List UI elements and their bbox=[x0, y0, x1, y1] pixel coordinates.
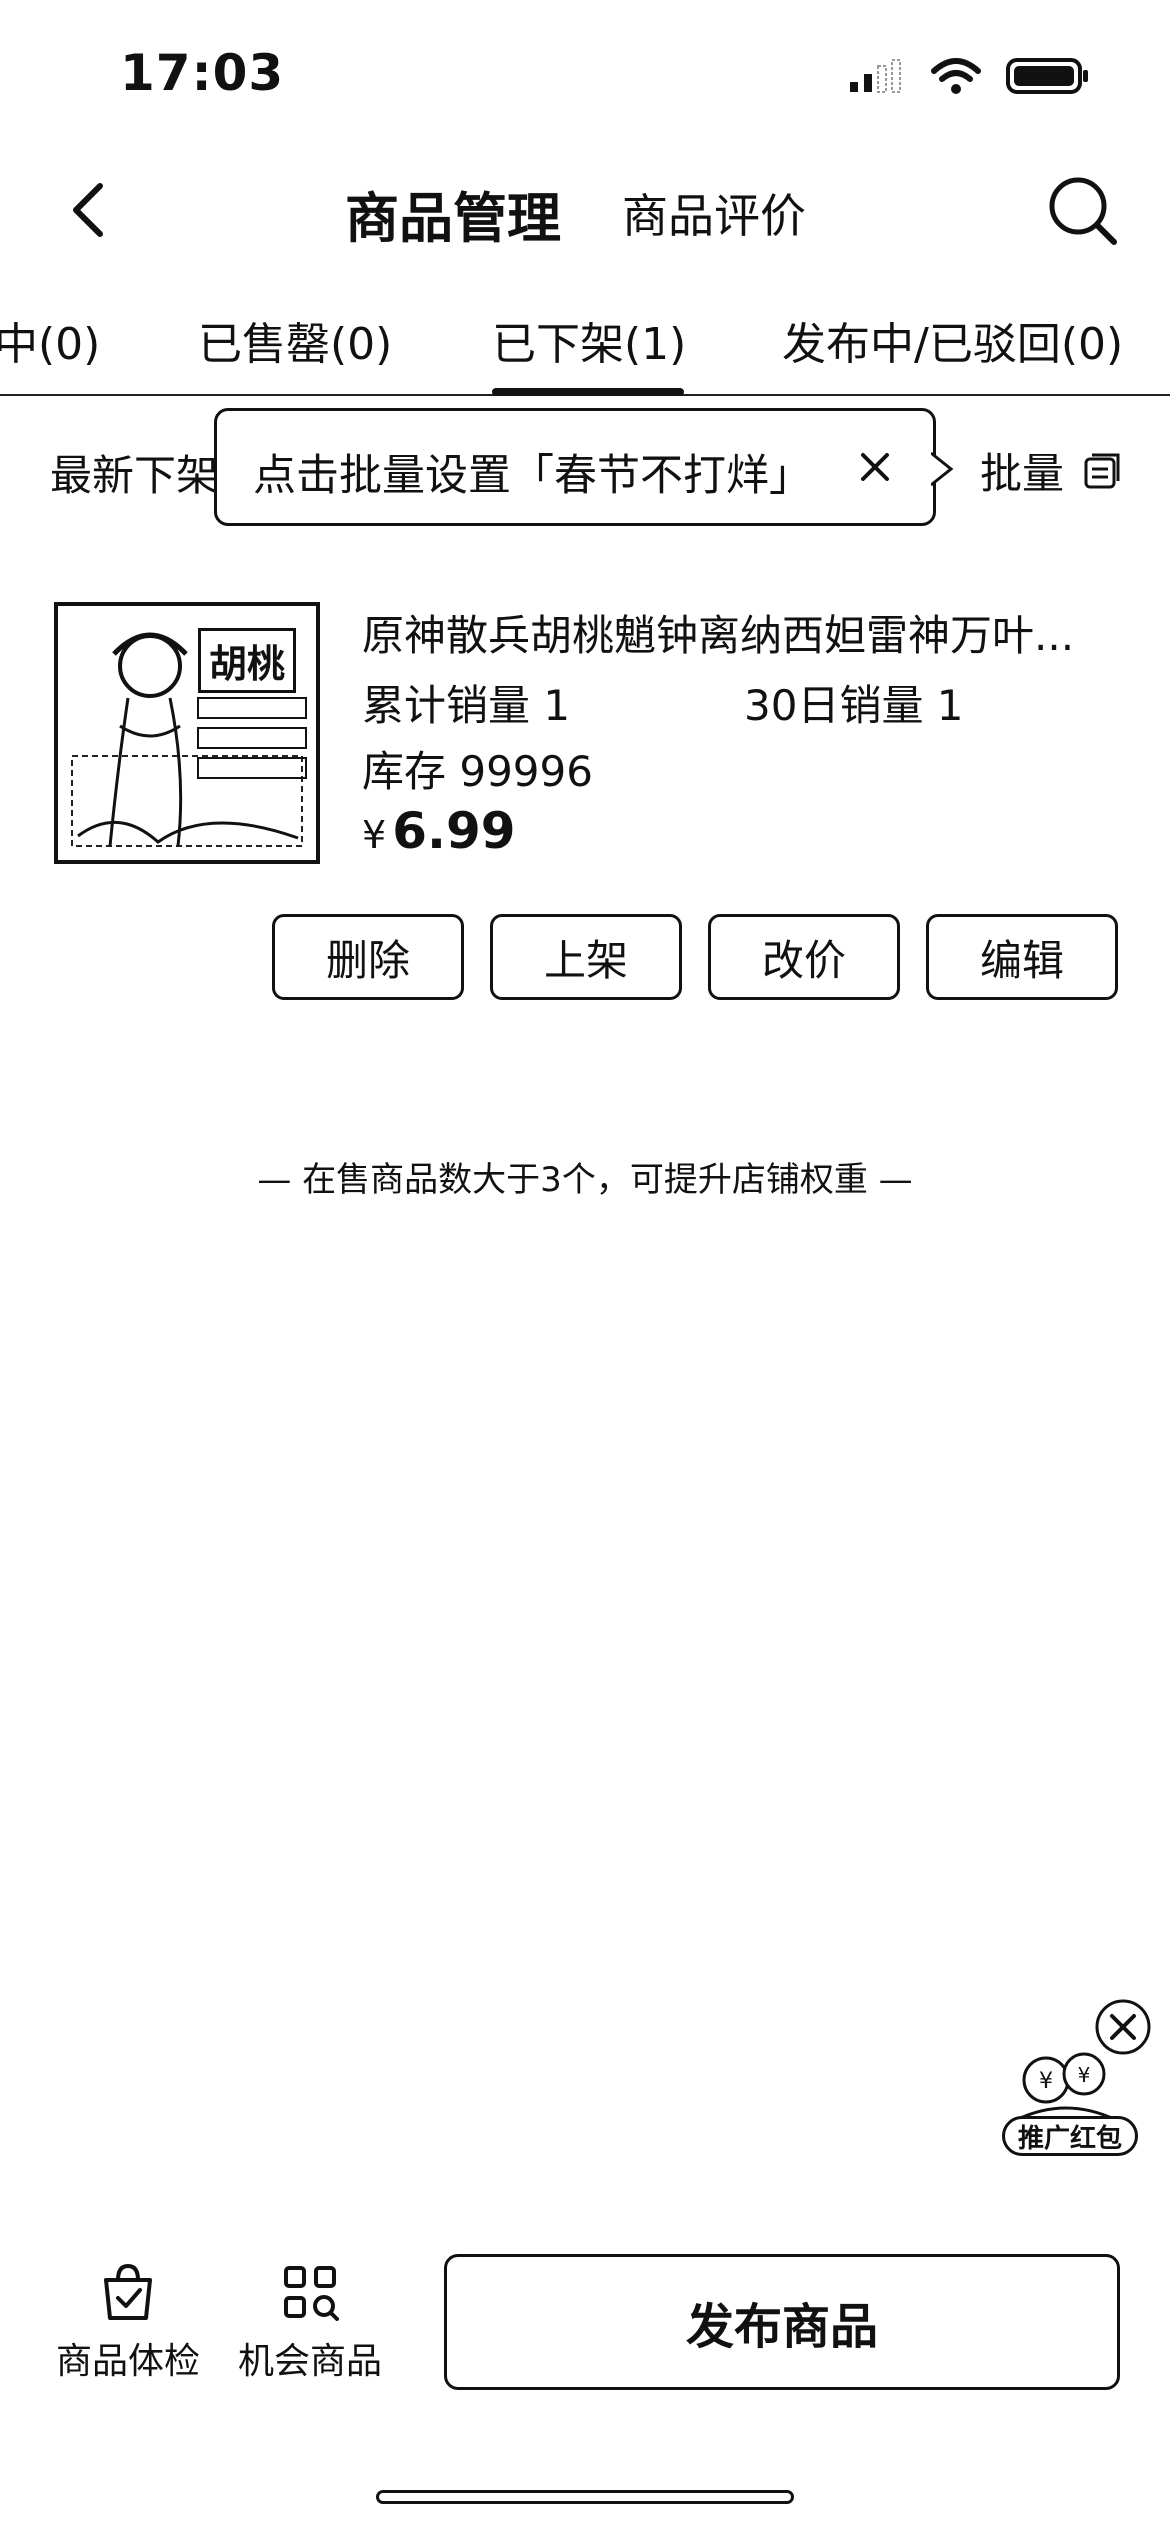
shop-weight-hint: — 在售商品数大于3个，可提升店铺权重 — bbox=[257, 1160, 913, 1200]
promo-red-packet[interactable]: ¥ ¥ 推广红包 bbox=[996, 1996, 1156, 2166]
tooltip-arrow bbox=[931, 451, 954, 487]
tab-product-reviews[interactable]: 商品评价 bbox=[622, 180, 806, 246]
opportunity-products-button[interactable]: 机会商品 bbox=[238, 2262, 382, 2384]
status-icons bbox=[848, 56, 1090, 96]
status-tabs: 中(0) 已售罄(0) 已下架(1) 发布中/已驳回(0) bbox=[0, 300, 1170, 396]
batch-list-icon bbox=[1084, 453, 1120, 488]
bottom-bar: 商品体检 机会商品 发布商品 bbox=[0, 2240, 1170, 2420]
product-title[interactable]: 原神散兵胡桃魈钟离纳西妲雷神万叶... bbox=[362, 602, 1122, 663]
tab-publishing-rejected[interactable]: 发布中/已驳回(0) bbox=[782, 308, 1123, 372]
change-price-button[interactable]: 改价 bbox=[708, 914, 900, 1000]
page-title[interactable]: 商品管理 bbox=[345, 174, 561, 253]
health-check-button[interactable]: 商品体检 bbox=[56, 2262, 200, 2384]
batch-button[interactable]: 批量 bbox=[980, 440, 1122, 501]
svg-text:¥: ¥ bbox=[1078, 2063, 1091, 2087]
status-time: 17:03 bbox=[120, 44, 285, 102]
wifi-icon bbox=[931, 58, 981, 94]
close-icon[interactable] bbox=[853, 445, 897, 489]
tab-on-sale[interactable]: 中(0) bbox=[0, 308, 100, 372]
stock-count: 库存 99996 bbox=[362, 747, 593, 796]
active-tab-indicator bbox=[492, 388, 684, 396]
status-bar: 17:03 bbox=[0, 0, 1170, 150]
sales-30-days: 30日销量 1 bbox=[744, 681, 964, 730]
delete-button[interactable]: 删除 bbox=[272, 914, 464, 1000]
back-arrow-icon[interactable] bbox=[60, 180, 120, 240]
nav-bar: 商品管理 商品评价 bbox=[0, 150, 1170, 270]
product-actions: 删除 上架 改价 编辑 bbox=[272, 914, 1118, 1000]
health-check-label: 商品体检 bbox=[56, 2341, 201, 2382]
list-button[interactable]: 上架 bbox=[490, 914, 682, 1000]
home-indicator bbox=[376, 2490, 794, 2504]
total-sales: 累计销量 1 bbox=[362, 681, 571, 730]
product-thumbnail[interactable]: 胡桃 bbox=[54, 602, 320, 864]
product-price: ¥6.99 bbox=[362, 802, 516, 860]
tab-sold-out[interactable]: 已售罄(0) bbox=[198, 308, 392, 372]
batch-tooltip: 点击批量设置「春节不打烊」 bbox=[214, 408, 954, 526]
batch-label: 批量 bbox=[979, 449, 1064, 498]
promo-label: 推广红包 bbox=[1002, 2116, 1138, 2156]
red-packet-icon: ¥ ¥ bbox=[1015, 2052, 1117, 2122]
svg-text:¥: ¥ bbox=[1039, 2069, 1053, 2094]
cellular-signal-icon bbox=[850, 59, 901, 93]
sort-dropdown[interactable]: 最新下架 bbox=[50, 442, 218, 503]
tab-delisted[interactable]: 已下架(1) bbox=[492, 308, 686, 372]
price-value: 6.99 bbox=[392, 802, 516, 860]
grid-search-icon bbox=[284, 2266, 339, 2321]
edit-button[interactable]: 编辑 bbox=[926, 914, 1118, 1000]
publish-product-button[interactable]: 发布商品 bbox=[444, 2254, 1120, 2390]
shopping-bag-check-icon bbox=[104, 2263, 152, 2320]
opportunity-label: 机会商品 bbox=[238, 2341, 383, 2382]
search-icon[interactable] bbox=[1044, 172, 1120, 248]
battery-icon bbox=[1006, 58, 1088, 94]
tooltip-text: 点击批量设置「春节不打烊」 bbox=[253, 451, 812, 501]
currency-symbol: ¥ bbox=[362, 813, 387, 857]
product-card[interactable]: 胡桃 原神散兵胡桃魈钟离纳西妲雷神万叶... 累计销量 1 30日销量 1 库存… bbox=[0, 596, 1170, 1016]
thumbnail-label: 胡桃 bbox=[197, 628, 296, 693]
